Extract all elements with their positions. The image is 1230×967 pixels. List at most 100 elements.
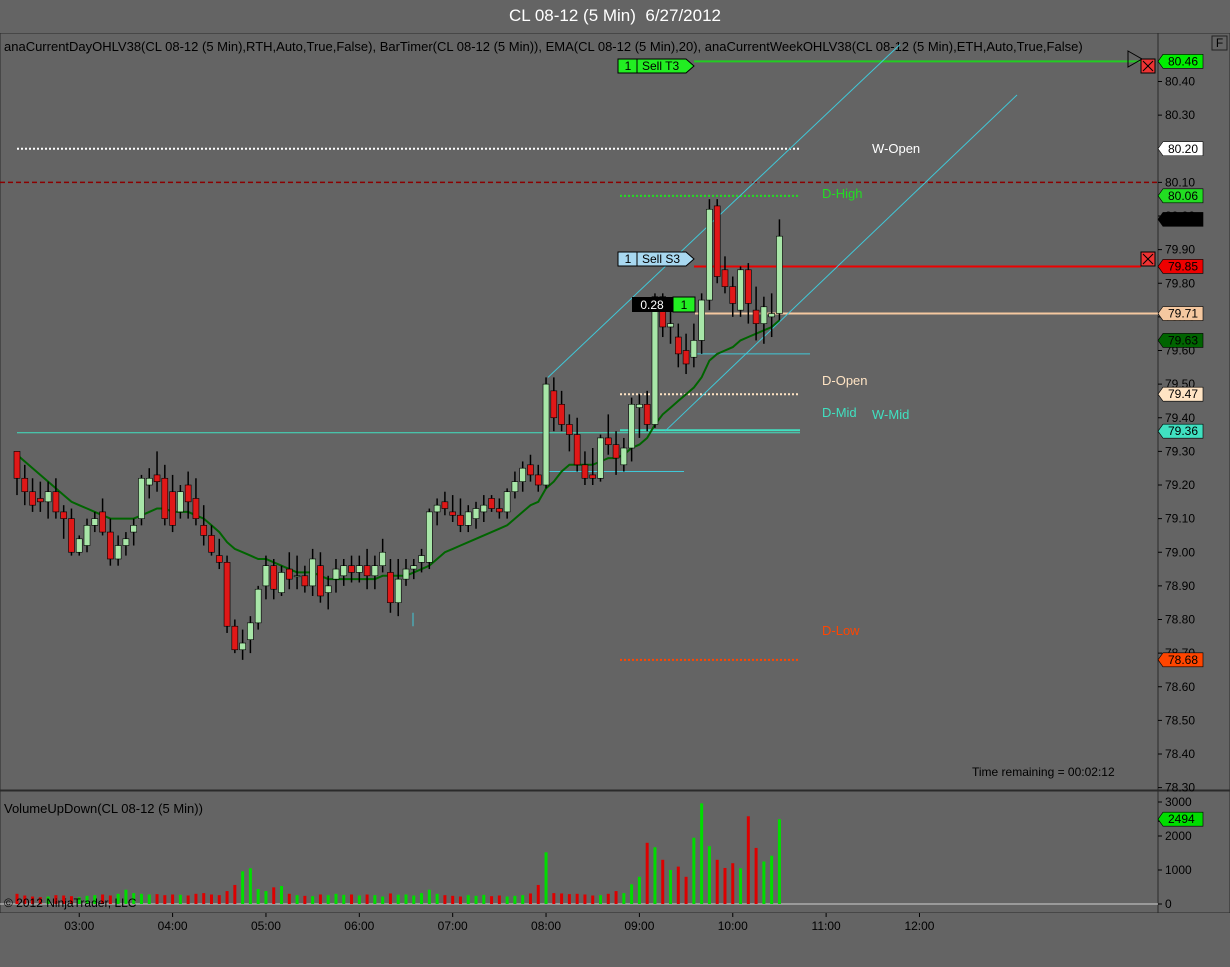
volume-bar-up [513, 895, 517, 904]
candle-body-up [371, 565, 379, 577]
candle-body-up [402, 568, 410, 580]
candle-body-down [153, 474, 161, 482]
price-tick-label: 78.90 [1165, 579, 1195, 593]
candle-body-up [433, 504, 441, 513]
time-tick-label: 10:00 [718, 919, 748, 933]
volume-bar-down [365, 894, 369, 904]
candle-body-up [44, 491, 52, 503]
bar-timer: Time remaining = 00:02:12 [972, 765, 1115, 779]
volume-bar-down [303, 895, 307, 904]
volume-bar-up [770, 855, 774, 904]
volume-bar-down [614, 891, 618, 904]
candle-body-down [107, 531, 114, 560]
candle-body-up [254, 588, 262, 624]
volume-bar-down [536, 884, 540, 904]
candle-body-up [737, 269, 744, 311]
candle-body-down [231, 625, 239, 651]
candle-body-up [472, 508, 480, 519]
volume-bar-up [474, 895, 478, 904]
close-target-button[interactable] [1140, 58, 1156, 74]
candle-body-down [643, 403, 651, 425]
candle[interactable] [542, 377, 550, 489]
copyright: © 2012 NinjaTrader, LLC [4, 896, 137, 910]
price-tag: 79.71 [1157, 306, 1204, 321]
close-stop-button[interactable] [1140, 251, 1156, 267]
volume-bar-down [443, 895, 447, 904]
candle-body-up [628, 403, 635, 449]
position-qty: 1 [681, 298, 688, 312]
volume-axis[interactable] [1157, 790, 1230, 914]
candle-body-down [317, 565, 324, 597]
candle-body-up [145, 477, 153, 486]
price-tick-label: 80.30 [1165, 108, 1195, 122]
candle[interactable] [138, 474, 145, 526]
volume-bar-down [210, 894, 213, 904]
candle[interactable] [597, 434, 604, 482]
volume-bar-up [248, 868, 252, 904]
price-tag: 79.63 [1157, 333, 1204, 348]
candle-body-up [542, 383, 550, 486]
candle[interactable] [254, 585, 262, 630]
candle-body-up [278, 572, 285, 593]
candle-body-up [114, 545, 122, 560]
candle[interactable] [706, 199, 713, 311]
target-order[interactable]: 1 Sell T3 [617, 58, 695, 74]
volume-bar-down [528, 893, 532, 904]
volume-bar-up [637, 876, 641, 904]
candle-body-up [177, 491, 184, 513]
volume-bar-down [233, 884, 237, 904]
candle[interactable] [713, 199, 721, 284]
candle-body-up [356, 565, 363, 573]
price-tag-text: 80.20 [1168, 142, 1198, 156]
d-high-label: D-High [822, 186, 862, 201]
candle-body-down [527, 464, 534, 476]
volume-bar-up [334, 893, 338, 904]
chart-canvas[interactable]: F anaCurrentDayOHLV38(CL 08-12 (5 Min),R… [0, 33, 1230, 967]
price-panel[interactable] [0, 33, 1159, 791]
volume-bar-down [645, 842, 649, 904]
candle[interactable] [651, 293, 659, 428]
volume-tick-label: 0 [1165, 897, 1172, 911]
chart-window[interactable]: F anaCurrentDayOHLV38(CL 08-12 (5 Min),R… [0, 33, 1230, 967]
candle-body-down [21, 477, 29, 493]
candle[interactable] [737, 266, 744, 317]
time-tick-label: 03:00 [64, 919, 94, 933]
candle[interactable] [426, 508, 433, 570]
candle-body-up [418, 555, 425, 563]
candle-body-up [503, 491, 511, 513]
stop-order[interactable]: 1 Sell S3 [617, 251, 695, 267]
price-tick-label: 78.50 [1165, 713, 1195, 727]
candle-body-up [768, 313, 775, 318]
volume-bar-down [567, 894, 571, 904]
candle-body-down [285, 568, 293, 580]
volume-bar-down [202, 893, 206, 904]
candle-body-up [324, 585, 332, 593]
candle[interactable] [223, 555, 231, 633]
volume-bar-up [630, 884, 634, 904]
candle-body-down [37, 498, 44, 503]
volume-tag: 2494 [1157, 811, 1204, 827]
volume-bar-down [490, 896, 494, 904]
price-tick-label: 78.60 [1165, 680, 1195, 694]
candle-body-up [91, 518, 99, 526]
price-tick-label: 78.30 [1165, 781, 1195, 795]
candle-body-up [620, 447, 628, 466]
time-tick-label: 12:00 [904, 919, 934, 933]
candle-body-up [426, 511, 433, 563]
candle-body-down [223, 562, 231, 627]
volume-bar-down [287, 893, 291, 904]
position-marker[interactable]: 0.28 1 [632, 296, 696, 313]
volume-bar-down [684, 876, 688, 904]
candle-body-up [332, 568, 340, 580]
candle-body-down [161, 477, 169, 519]
candle-body-down [581, 464, 589, 479]
candle-body-down [558, 403, 565, 425]
volume-bar-up [264, 891, 268, 904]
candle-body-down [589, 474, 597, 479]
volume-bar-down [451, 895, 455, 904]
candle-body-down [29, 491, 36, 506]
candle-body-up [247, 622, 254, 640]
volume-tick-label: 3000 [1165, 795, 1192, 809]
candle-body-down [713, 205, 721, 277]
volume-bar-up [420, 893, 424, 904]
